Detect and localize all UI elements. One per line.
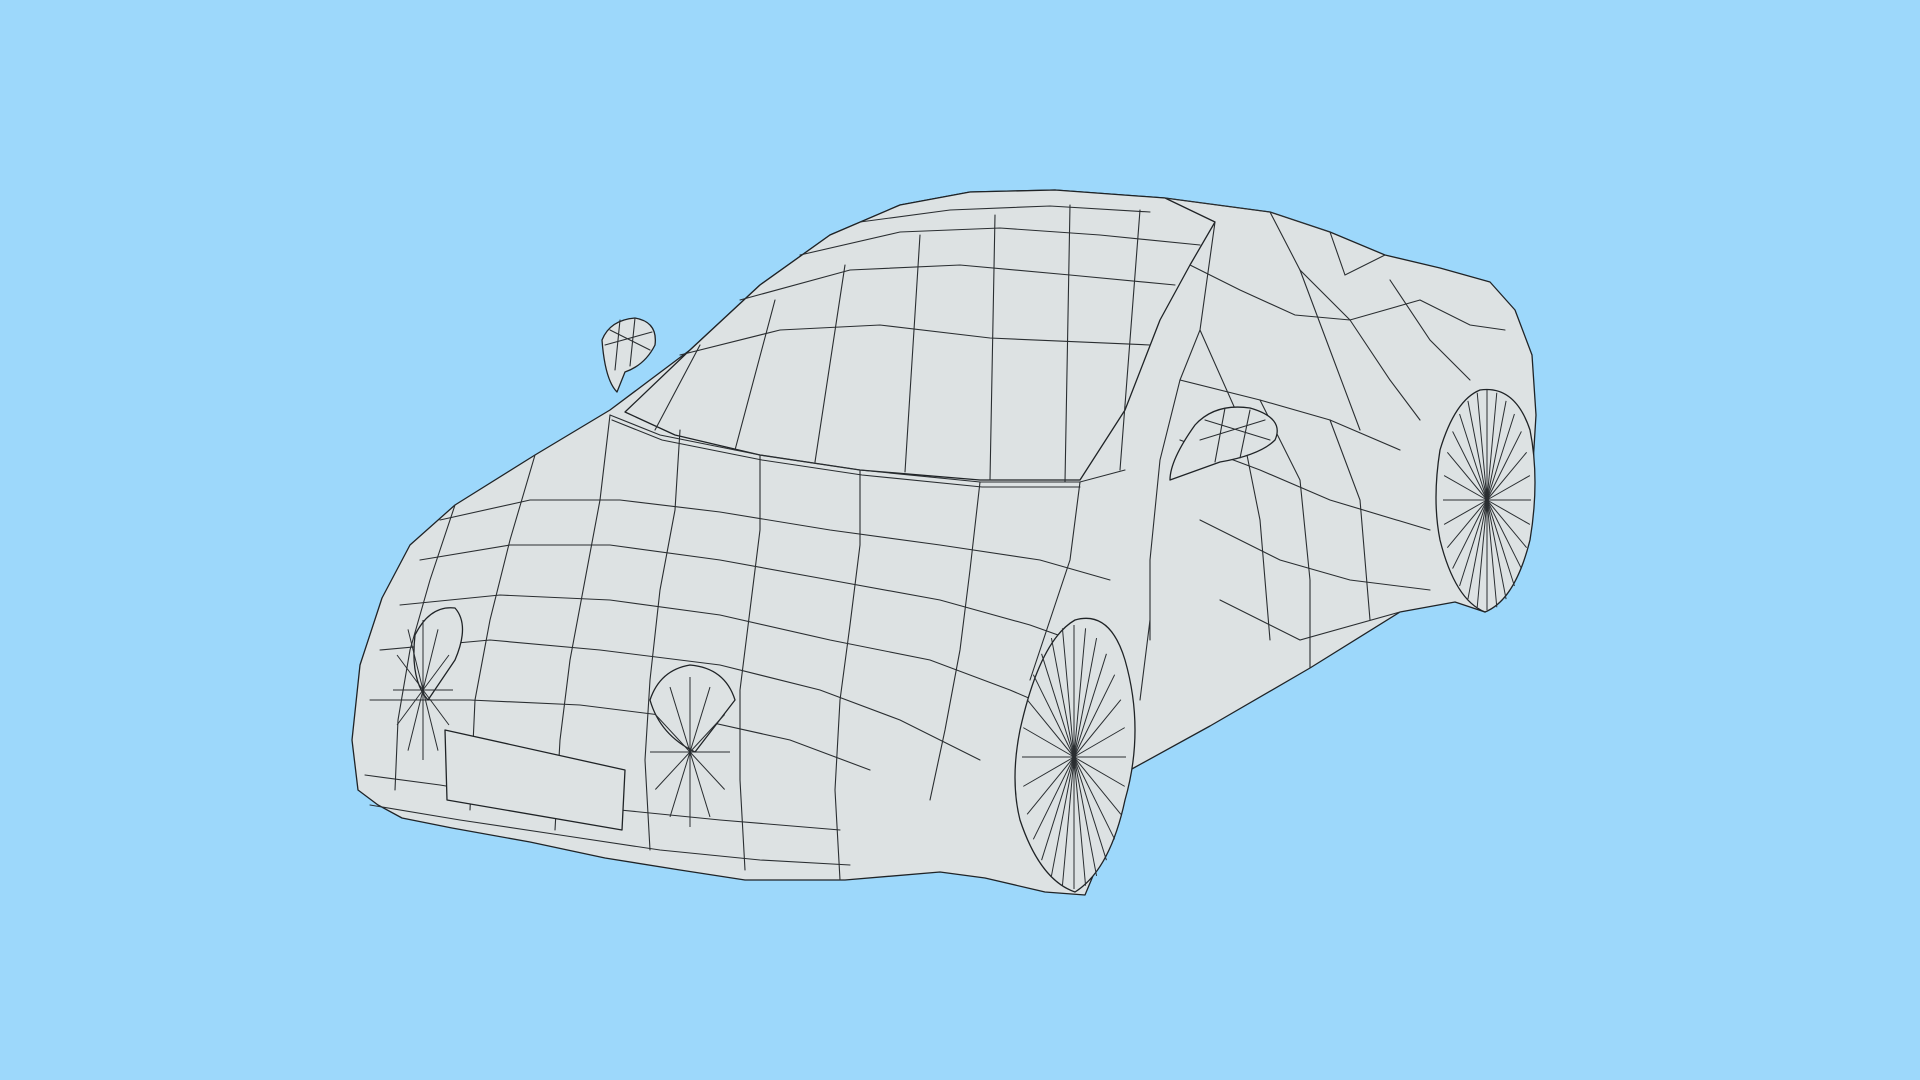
wireframe-scene[interactable] — [0, 0, 1920, 1080]
3d-viewport[interactable] — [0, 0, 1920, 1080]
